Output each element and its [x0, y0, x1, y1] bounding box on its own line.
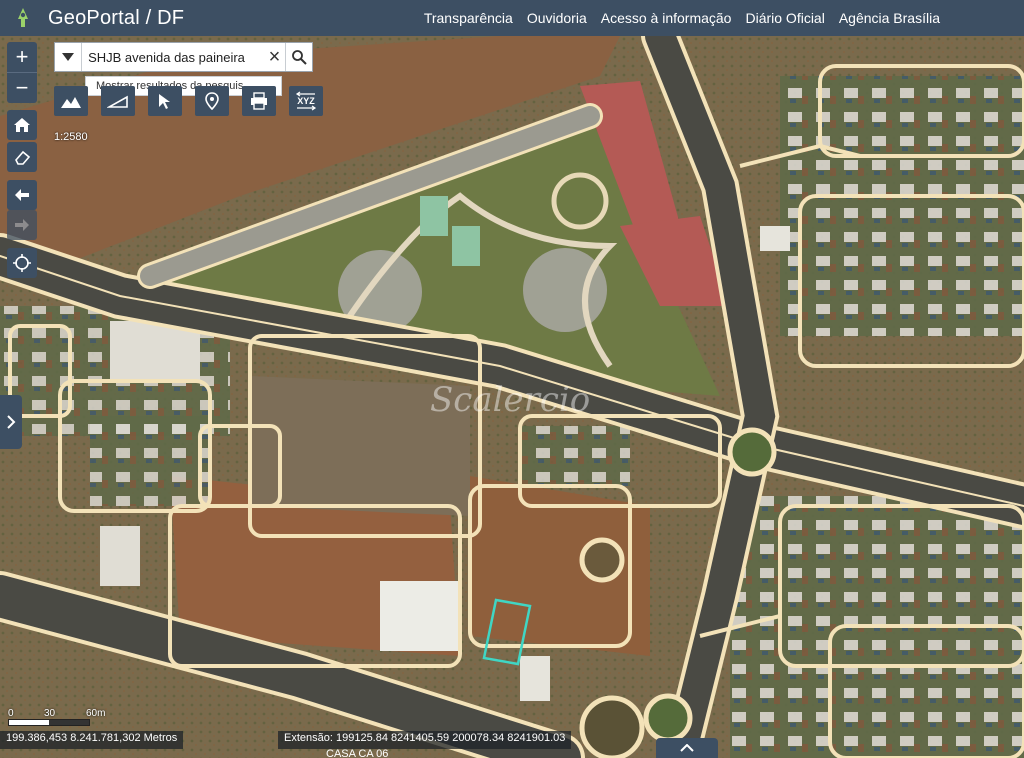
nav-diario-oficial[interactable]: Diário Oficial — [745, 10, 824, 26]
home-icon — [14, 118, 30, 132]
chevron-up-icon — [680, 744, 694, 752]
minus-icon: − — [15, 75, 29, 100]
map-extent: Extensão: 199125.84 8241405.59 200078.34… — [278, 731, 572, 749]
svg-text:XYZ: XYZ — [297, 96, 315, 106]
scale-label-30: 30 — [44, 708, 56, 719]
identify-button[interactable] — [148, 86, 182, 116]
search-button[interactable] — [284, 43, 312, 71]
measure-icon — [107, 95, 128, 108]
nav-agencia-brasilia[interactable]: Agência Brasília — [839, 10, 940, 26]
next-extent-button[interactable] — [7, 210, 37, 240]
identify-icon — [159, 94, 170, 109]
locate-button[interactable] — [7, 248, 37, 278]
search-input[interactable] — [82, 43, 265, 71]
zoom-out-button[interactable]: − — [7, 72, 37, 103]
basemap-button[interactable] — [54, 86, 88, 116]
location-button[interactable] — [195, 86, 229, 116]
side-panel-toggle[interactable] — [0, 395, 22, 449]
search-box: × — [54, 42, 313, 72]
caret-down-icon — [62, 53, 75, 61]
bottom-panel-toggle[interactable] — [656, 738, 718, 758]
arrow-left-icon — [15, 189, 29, 201]
geoportal-logo-icon[interactable] — [12, 7, 34, 29]
search-icon — [292, 50, 307, 65]
location-icon — [205, 92, 219, 110]
search-source-dropdown[interactable] — [55, 43, 83, 71]
scale-label-60: 60m — [86, 708, 106, 719]
watermark: Scalercio — [430, 380, 591, 420]
header-nav: Transparência Ouvidoria Acesso à informa… — [424, 0, 940, 36]
eraser-icon — [15, 150, 31, 165]
arrow-right-icon — [15, 219, 29, 231]
map-toolbar: XYZ — [54, 86, 323, 116]
measure-button[interactable] — [101, 86, 135, 116]
zoom-controls: + − — [7, 42, 37, 103]
clear-graphics-button[interactable] — [7, 142, 37, 172]
nav-transparencia[interactable]: Transparência — [424, 10, 513, 26]
locate-icon — [13, 254, 31, 272]
scale-label-0: 0 — [8, 708, 14, 719]
print-button[interactable] — [242, 86, 276, 116]
print-icon — [251, 92, 267, 110]
street-label: CASA CA 06 — [326, 748, 388, 758]
scale-ratio: 1:2580 — [54, 131, 88, 143]
nav-acesso-informacao[interactable]: Acesso à informação — [601, 10, 732, 26]
scale-bar-graphic — [8, 719, 90, 726]
cursor-coordinates: 199.386,453 8.241.781,302 Metros — [0, 731, 184, 749]
xyz-coordinates-button[interactable]: XYZ — [289, 86, 323, 116]
clear-search-button[interactable]: × — [264, 43, 285, 71]
scale-bar: 0 30 60m — [8, 708, 108, 726]
close-icon: × — [268, 45, 281, 68]
home-button[interactable] — [7, 110, 37, 140]
basemap-icon — [61, 97, 81, 108]
zoom-in-button[interactable]: + — [7, 42, 37, 72]
previous-extent-button[interactable] — [7, 180, 37, 210]
top-header: GeoPortal / DF Transparência Ouvidoria A… — [0, 0, 1024, 36]
xyz-icon: XYZ — [295, 91, 317, 111]
chevron-right-icon — [7, 415, 16, 429]
plus-icon: + — [15, 44, 29, 69]
app-title[interactable]: GeoPortal / DF — [48, 7, 184, 30]
nav-ouvidoria[interactable]: Ouvidoria — [527, 10, 587, 26]
